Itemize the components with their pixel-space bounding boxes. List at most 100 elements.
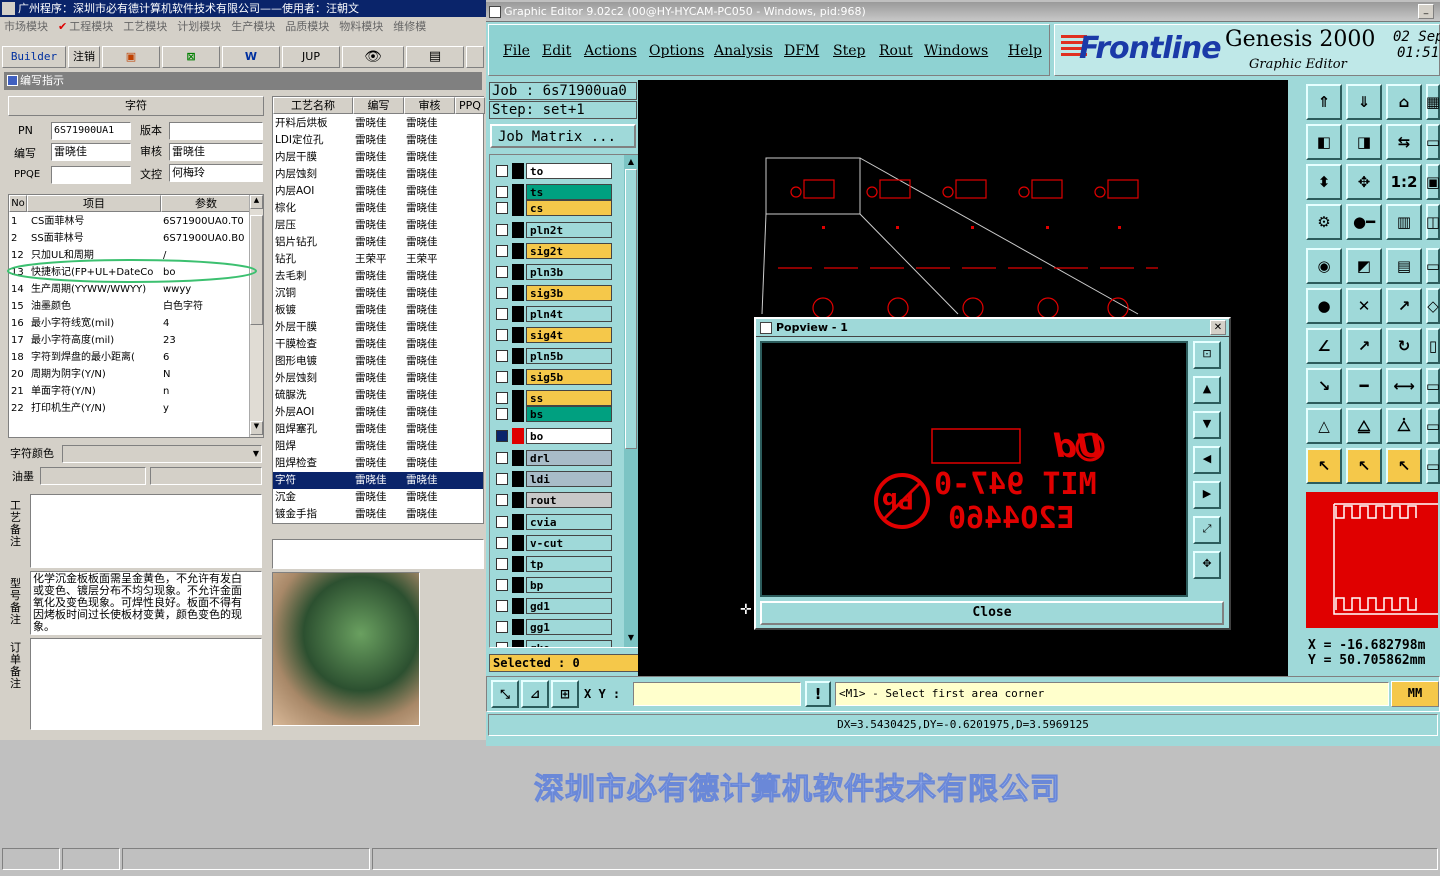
layer-scroll-up-icon[interactable]: ▲ <box>625 157 637 169</box>
layer-row[interactable]: pln2t <box>496 222 612 238</box>
tool-icon[interactable]: ▭ <box>1426 124 1440 160</box>
layer-row[interactable]: bs <box>496 406 612 422</box>
params-cell[interactable]: 20 <box>11 366 29 383</box>
layer-row[interactable]: to <box>496 163 612 179</box>
menu-actions[interactable]: Actions <box>584 43 637 59</box>
tool-icon[interactable]: ⟷ <box>1386 368 1422 404</box>
popview-left-icon[interactable]: ◀ <box>1193 446 1221 474</box>
tool-icon[interactable]: ▭ <box>1426 368 1440 404</box>
params-cell[interactable]: 周期为阴字(Y/N) <box>31 366 161 383</box>
layer-checkbox[interactable] <box>496 308 508 320</box>
popview-canvas[interactable]: Ud Pb MIT 947-0 E2O4460 <box>760 341 1188 597</box>
layer-checkbox[interactable] <box>496 224 508 236</box>
layer-checkbox[interactable] <box>496 579 508 591</box>
layer-color-swatch[interactable] <box>512 369 524 385</box>
layer-name[interactable]: sig4t <box>526 327 612 343</box>
layer-color-swatch[interactable] <box>512 535 524 551</box>
tool-icon[interactable]: ⚙ <box>1306 204 1342 240</box>
popview-center-icon[interactable]: ✥ <box>1193 551 1221 579</box>
layer-color-swatch[interactable] <box>512 264 524 280</box>
process-row[interactable]: 铝片钻孔 雷晓佳 雷晓佳 <box>273 234 483 251</box>
params-cell[interactable]: 2 <box>11 230 29 247</box>
layer-row[interactable]: pln5b <box>496 348 612 364</box>
params-cell[interactable]: 6S71900UA0.T0 <box>163 213 249 230</box>
layer-color-swatch[interactable] <box>512 327 524 343</box>
menu-options[interactable]: Options <box>649 43 704 59</box>
layer-scroll-down-icon[interactable]: ▼ <box>625 633 637 645</box>
layer-checkbox[interactable] <box>496 266 508 278</box>
process-row[interactable]: 字符 雷晓佳 雷晓佳 <box>273 472 483 489</box>
tool-icon[interactable]: △ <box>1306 408 1342 444</box>
layer-checkbox[interactable] <box>496 392 508 404</box>
menu-rout[interactable]: Rout <box>879 43 913 59</box>
process-detail-field[interactable] <box>272 539 484 569</box>
layer-checkbox[interactable] <box>496 186 508 198</box>
params-cell[interactable]: 1 <box>11 213 29 230</box>
report-icon[interactable]: ▣ <box>102 46 160 68</box>
tool-icon[interactable]: ◩ <box>1346 248 1382 284</box>
tool-icon[interactable]: ⬍ <box>1306 164 1342 200</box>
layer-row[interactable]: pln3b <box>496 264 612 280</box>
database-icon[interactable]: ▤ <box>406 46 464 68</box>
process-row[interactable]: 镀金手指 雷晓佳 雷晓佳 <box>273 506 483 523</box>
tool-icon[interactable]: ▭ <box>1426 248 1440 284</box>
params-cell[interactable]: 21 <box>11 383 29 400</box>
version-field[interactable] <box>169 122 263 140</box>
tool-icon[interactable]: ✥ <box>1346 164 1382 200</box>
tool-icon[interactable]: ⌂ <box>1386 84 1422 120</box>
menu-edit[interactable]: Edit <box>542 43 571 59</box>
layer-name[interactable]: pln2t <box>526 222 612 238</box>
job-matrix-button[interactable]: Job Matrix ... <box>490 124 636 148</box>
process-table[interactable]: 工艺名称 编写 审核 PPQ 开料后烘板 雷晓佳 雷晓佳 LDI定位孔 雷晓佳 雷晓佳 内层… <box>272 96 485 524</box>
order-note-field[interactable] <box>30 638 262 730</box>
tool-icon[interactable]: ━ <box>1346 368 1382 404</box>
layer-color-swatch[interactable] <box>512 471 524 487</box>
menu-dfm[interactable]: DFM <box>784 43 819 59</box>
layer-checkbox[interactable] <box>496 287 508 299</box>
params-cell[interactable]: 23 <box>163 332 249 349</box>
layer-name[interactable]: pln3b <box>526 264 612 280</box>
layer-row[interactable]: cvia <box>496 514 612 530</box>
tool-icon[interactable]: ↻ <box>1386 328 1422 364</box>
type-note-field[interactable]: 化学沉金板板面需呈金黄色，不允许有发白或变色、镀层分布不均匀现象。不允许金面氧化… <box>30 571 262 635</box>
popview-right-icon[interactable]: ▶ <box>1193 481 1221 509</box>
layer-row[interactable]: gg1 <box>496 619 612 635</box>
layer-row[interactable]: sig4t <box>496 327 612 343</box>
ink-field-1[interactable] <box>40 467 146 485</box>
params-cell[interactable]: 打印机生产(Y/N) <box>31 400 161 417</box>
menu-material[interactable]: 物料模块 <box>339 17 383 37</box>
tool-icon[interactable]: ⇑ <box>1306 84 1342 120</box>
pn-field[interactable]: 6S71900UA1 <box>51 122 131 140</box>
process-row[interactable]: 内层蚀刻 雷晓佳 雷晓佳 <box>273 166 483 183</box>
layer-row[interactable]: ldi <box>496 471 612 487</box>
params-cell[interactable]: 6 <box>163 349 249 366</box>
layer-checkbox[interactable] <box>496 430 508 442</box>
process-row[interactable]: 去毛刺 雷晓佳 雷晓佳 <box>273 268 483 285</box>
layer-color-swatch[interactable] <box>512 619 524 635</box>
process-row[interactable]: 阻焊塞孔 雷晓佳 雷晓佳 <box>273 421 483 438</box>
logout-button[interactable]: 注销 <box>68 46 100 68</box>
popview-fit-icon[interactable]: ⤢ <box>1193 516 1221 544</box>
tool-icon[interactable]: ◧ <box>1306 124 1342 160</box>
process-row[interactable]: 钻孔 王荣平 王荣平 <box>273 251 483 268</box>
tool-icon[interactable]: ⇆ <box>1386 124 1422 160</box>
layer-checkbox[interactable] <box>496 600 508 612</box>
layer-color-swatch[interactable] <box>512 222 524 238</box>
params-cell[interactable]: 字符到焊盘的最小距离( <box>31 349 161 366</box>
menu-quality[interactable]: 品质模块 <box>285 17 329 37</box>
layer-name[interactable]: gg1 <box>526 619 612 635</box>
tool-icon[interactable]: ◨ <box>1346 124 1382 160</box>
menu-process[interactable]: 工艺模块 <box>123 17 167 37</box>
scroll-up-icon[interactable]: ▲ <box>250 195 263 209</box>
tool-icon[interactable]: ●━ <box>1346 204 1382 240</box>
tool-icon[interactable]: ↖ <box>1346 448 1382 484</box>
tool-icon[interactable]: ↖ <box>1306 448 1342 484</box>
tool-icon[interactable]: ▤ <box>1386 248 1422 284</box>
popview-down-icon[interactable]: ▼ <box>1193 411 1221 439</box>
layer-row[interactable]: gko <box>496 640 612 647</box>
process-row[interactable]: 干膜检查 雷晓佳 雷晓佳 <box>273 336 483 353</box>
layer-name[interactable]: rout <box>526 492 612 508</box>
tool-icon[interactable]: 1:2 <box>1386 164 1422 200</box>
layer-color-swatch[interactable] <box>512 428 524 444</box>
ink-field-2[interactable] <box>150 467 262 485</box>
